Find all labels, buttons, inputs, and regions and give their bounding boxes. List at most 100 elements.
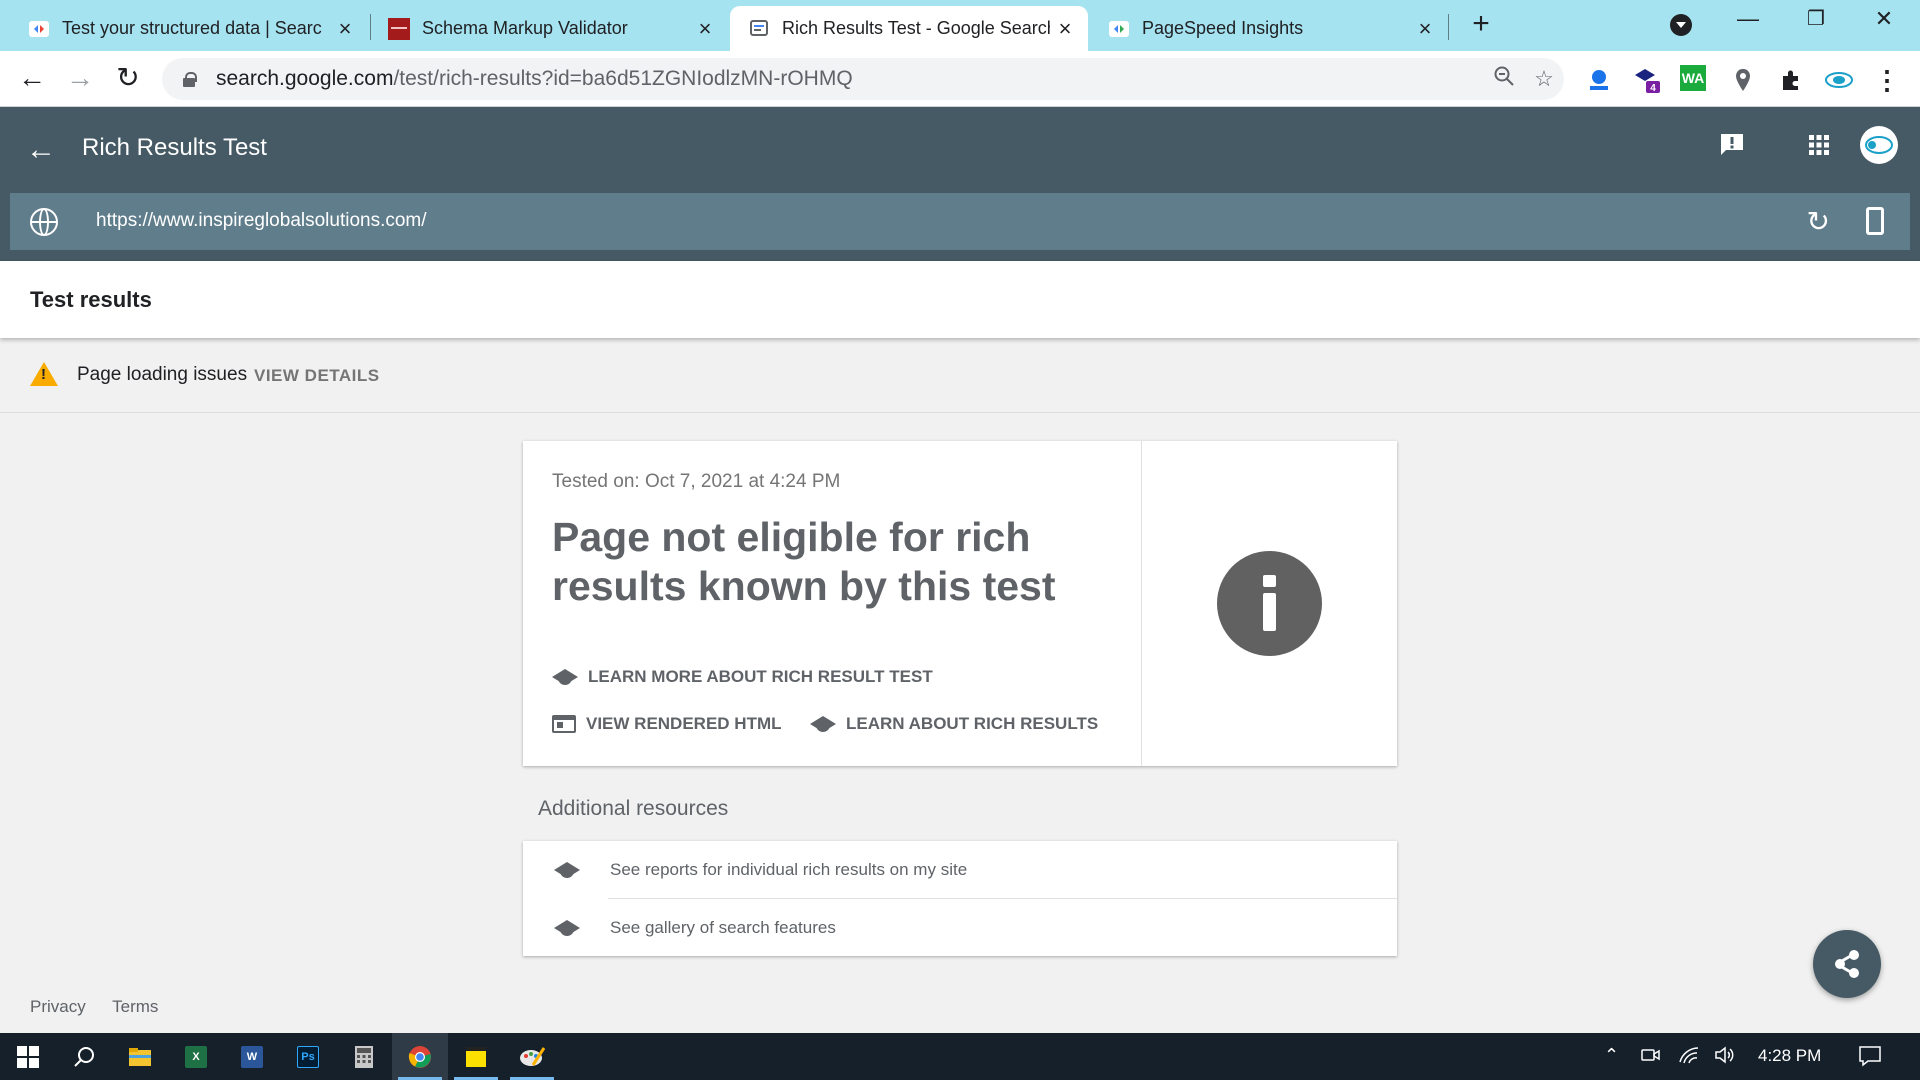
- school-cap-icon: [552, 667, 578, 687]
- tab-rich-results-test[interactable]: Rich Results Test - Google Search ×: [730, 6, 1088, 51]
- school-cap-icon: [554, 918, 580, 938]
- avatar[interactable]: [1859, 125, 1899, 170]
- footer: Privacy Terms: [30, 997, 180, 1017]
- address-bar[interactable]: search.google.com/test/rich-results?id=b…: [162, 58, 1564, 100]
- address-url[interactable]: search.google.com/test/rich-results?id=b…: [216, 67, 1484, 91]
- feedback-icon[interactable]: [1718, 131, 1746, 164]
- learn-about-rich-results-link[interactable]: LEARN ABOUT RICH RESULTS: [810, 714, 1098, 734]
- resource-label: See reports for individual rich results …: [610, 859, 968, 879]
- tab-title: Test your structured data | Searc: [62, 18, 322, 38]
- browser-menu-icon[interactable]: ⋮: [1872, 65, 1902, 95]
- share-button[interactable]: [1813, 930, 1881, 998]
- learn-more-link[interactable]: LEARN MORE ABOUT RICH RESULT TEST: [552, 667, 933, 687]
- globe-icon: [30, 208, 58, 236]
- tested-url[interactable]: https://www.inspireglobalsolutions.com/: [96, 210, 427, 232]
- school-cap-icon: [554, 860, 580, 880]
- minimize-icon[interactable]: —: [1718, 6, 1778, 32]
- word-icon[interactable]: W: [224, 1033, 280, 1080]
- forward-arrow-icon[interactable]: →: [62, 61, 98, 97]
- bookmark-badge-icon[interactable]: 4: [1632, 65, 1662, 95]
- close-tab-icon[interactable]: ×: [1410, 16, 1440, 42]
- tab-schema-validator[interactable]: Schema Markup Validator ×: [370, 6, 728, 51]
- close-tab-icon[interactable]: ×: [330, 16, 360, 42]
- file-explorer-icon[interactable]: [112, 1033, 168, 1080]
- close-tab-icon[interactable]: ×: [690, 16, 720, 42]
- back-arrow-icon[interactable]: ←: [14, 61, 50, 97]
- paint-icon[interactable]: [504, 1033, 560, 1080]
- notifications-icon[interactable]: [1858, 1045, 1882, 1072]
- apps-grid-icon[interactable]: [1808, 134, 1830, 161]
- svg-text:4: 4: [1650, 83, 1656, 94]
- tested-on-timestamp: Tested on: Oct 7, 2021 at 4:24 PM: [552, 471, 841, 492]
- close-window-icon[interactable]: ✕: [1854, 6, 1914, 32]
- location-pin-icon[interactable]: [1728, 65, 1758, 95]
- browser-tab-strip: Test your structured data | Searc × Sche…: [0, 0, 1920, 51]
- warning-icon: [30, 362, 58, 386]
- tab-separator: [1448, 14, 1449, 40]
- chrome-icon[interactable]: [392, 1033, 448, 1080]
- tab-title: Rich Results Test - Google Search: [782, 18, 1050, 38]
- calculator-icon[interactable]: [336, 1033, 392, 1080]
- zoom-icon[interactable]: [1484, 65, 1524, 93]
- windows-taskbar: X W Ps ⌃ 4:28 PM: [0, 1033, 1920, 1080]
- reload-icon[interactable]: ↻: [110, 61, 146, 97]
- alexa-icon[interactable]: [1584, 65, 1614, 95]
- puzzle-icon[interactable]: [1776, 65, 1806, 95]
- terms-link[interactable]: Terms: [112, 997, 158, 1016]
- tab-search-icon[interactable]: [1670, 14, 1692, 36]
- url-path: /test/rich-results?id=ba6d51ZGNIodlzMN-r…: [393, 67, 853, 90]
- meet-now-icon[interactable]: [1640, 1045, 1660, 1070]
- browser-toolbar: ← → ↻ search.google.com/test/rich-result…: [0, 51, 1920, 107]
- additional-resources-card: See reports for individual rich results …: [523, 841, 1397, 956]
- restore-icon[interactable]: ❐: [1786, 6, 1846, 31]
- volume-icon[interactable]: [1714, 1045, 1736, 1070]
- start-button[interactable]: [0, 1033, 56, 1080]
- wa-icon[interactable]: WA: [1680, 65, 1706, 91]
- smartphone-icon[interactable]: [1866, 207, 1884, 235]
- resource-item[interactable]: See reports for individual rich results …: [523, 841, 1397, 898]
- learn-more-label: LEARN MORE ABOUT RICH RESULT TEST: [588, 667, 933, 686]
- sticky-notes-icon[interactable]: [448, 1033, 504, 1080]
- school-cap-icon: [810, 714, 836, 734]
- issue-text: Page loading issues: [77, 364, 248, 385]
- app-header: ← Rich Results Test https://www.inspireg…: [0, 107, 1920, 261]
- resource-item[interactable]: See gallery of search features: [523, 899, 1397, 956]
- test-results-bar: Test results: [0, 261, 1920, 338]
- photoshop-icon[interactable]: Ps: [280, 1033, 336, 1080]
- google-search-console-icon: [28, 18, 50, 40]
- schema-org-icon: [388, 17, 410, 40]
- result-card: Tested on: Oct 7, 2021 at 4:24 PM Page n…: [523, 441, 1397, 766]
- close-tab-icon[interactable]: ×: [1050, 16, 1080, 42]
- show-hidden-icons-icon[interactable]: ⌃: [1604, 1045, 1619, 1066]
- windows-logo-icon: [17, 1045, 39, 1068]
- new-tab-button[interactable]: +: [1466, 9, 1496, 40]
- view-rendered-html-link[interactable]: VIEW RENDERED HTML: [552, 714, 782, 734]
- page-issues-row: Page loading issues VIEW DETAILS: [0, 338, 1920, 413]
- learn-rich-label: LEARN ABOUT RICH RESULTS: [846, 714, 1099, 733]
- excel-icon[interactable]: X: [168, 1033, 224, 1080]
- retest-refresh-icon[interactable]: ↻: [1807, 205, 1830, 238]
- bookmark-star-icon[interactable]: ☆: [1524, 66, 1564, 92]
- tested-url-bar: https://www.inspireglobalsolutions.com/ …: [10, 193, 1910, 250]
- tab-title: PageSpeed Insights: [1142, 18, 1304, 38]
- igs-icon[interactable]: [1824, 65, 1854, 95]
- pagespeed-icon: [1108, 18, 1130, 40]
- tab-structured-data[interactable]: Test your structured data | Searc ×: [10, 6, 368, 51]
- test-results-heading: Test results: [30, 287, 152, 312]
- taskbar-search-icon[interactable]: [56, 1033, 112, 1080]
- view-details-button[interactable]: VIEW DETAILS: [254, 366, 380, 386]
- privacy-link[interactable]: Privacy: [30, 997, 86, 1016]
- result-card-body: Tested on: Oct 7, 2021 at 4:24 PM Page n…: [523, 441, 1142, 766]
- info-icon: [1217, 551, 1322, 656]
- rich-results-icon: [748, 18, 770, 40]
- wa-label: WA: [1681, 70, 1705, 86]
- url-host: search.google.com: [216, 67, 394, 90]
- back-arrow-icon[interactable]: ←: [26, 133, 56, 167]
- tab-pagespeed[interactable]: PageSpeed Insights ×: [1090, 6, 1448, 51]
- wifi-icon[interactable]: [1678, 1045, 1700, 1070]
- lock-icon: [182, 71, 197, 87]
- page-title: Rich Results Test: [82, 134, 267, 161]
- clock[interactable]: 4:28 PM: [1758, 1046, 1821, 1066]
- tab-title: Schema Markup Validator: [422, 18, 628, 38]
- result-headline: Page not eligible for rich results known…: [552, 514, 1056, 609]
